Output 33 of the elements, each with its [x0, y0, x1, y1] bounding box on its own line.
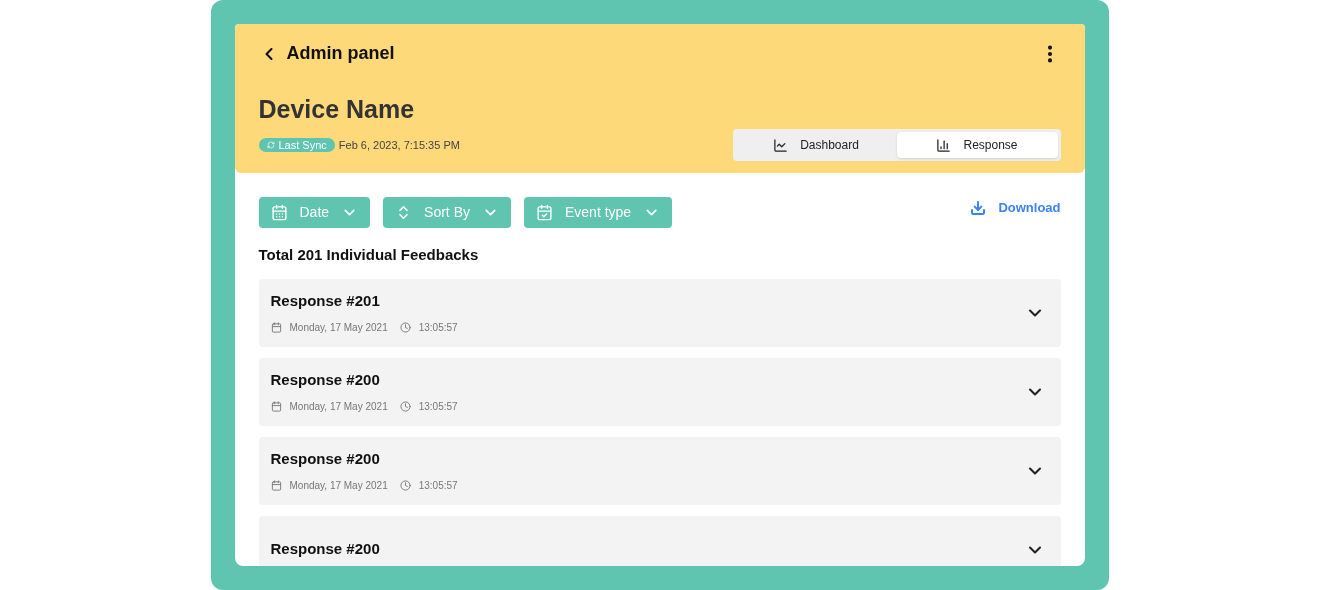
response-title: Response #201: [270, 290, 381, 311]
response-card[interactable]: Response #201 Monday, 17 May 2021 13:05:57: [258, 278, 1061, 347]
download-link[interactable]: Download: [970, 198, 1061, 218]
back-button[interactable]: Admin panel: [258, 40, 395, 67]
bar-chart-icon: [936, 137, 952, 153]
response-title: Response #200: [270, 539, 380, 560]
response-date: Monday, 17 May 2021: [289, 321, 388, 336]
line-chart-icon: [773, 137, 789, 153]
response-title: Response #200: [270, 448, 381, 469]
sync-badge: Last Sync: [258, 137, 335, 152]
response-time: 13:05:57: [418, 321, 458, 336]
calendar-icon: [270, 401, 282, 413]
device-name: Device Name: [258, 94, 416, 125]
response-time: 13:05:57: [418, 479, 458, 494]
calendar-icon: [536, 204, 553, 221]
response-date: Monday, 17 May 2021: [289, 400, 388, 415]
view-tab[interactable]: Dashboard: [735, 132, 897, 158]
calendar-icon: [270, 322, 282, 334]
clock-icon: [399, 401, 411, 413]
calendar-icon: [270, 204, 288, 221]
response-card[interactable]: Response #200 Monday, 17 May 2021 13:05:57: [258, 357, 1061, 426]
view-tab[interactable]: Response: [896, 132, 1058, 158]
response-card[interactable]: Response #200 Monday, 17 May 2021 13:05:57: [258, 436, 1061, 505]
download-icon: [970, 199, 987, 216]
total-count: Total 201 Individual Feedbacks: [258, 245, 480, 265]
clock-icon: [399, 480, 411, 492]
response-card[interactable]: Response #200: [258, 515, 1061, 566]
response-date: Monday, 17 May 2021: [289, 479, 388, 494]
calendar-icon: [270, 480, 282, 492]
response-time: 13:05:57: [418, 400, 458, 415]
clock-icon: [399, 322, 411, 334]
sync-time: Feb 6, 2023, 7:15:35 PM: [338, 137, 460, 153]
response-title: Response #200: [270, 369, 381, 390]
